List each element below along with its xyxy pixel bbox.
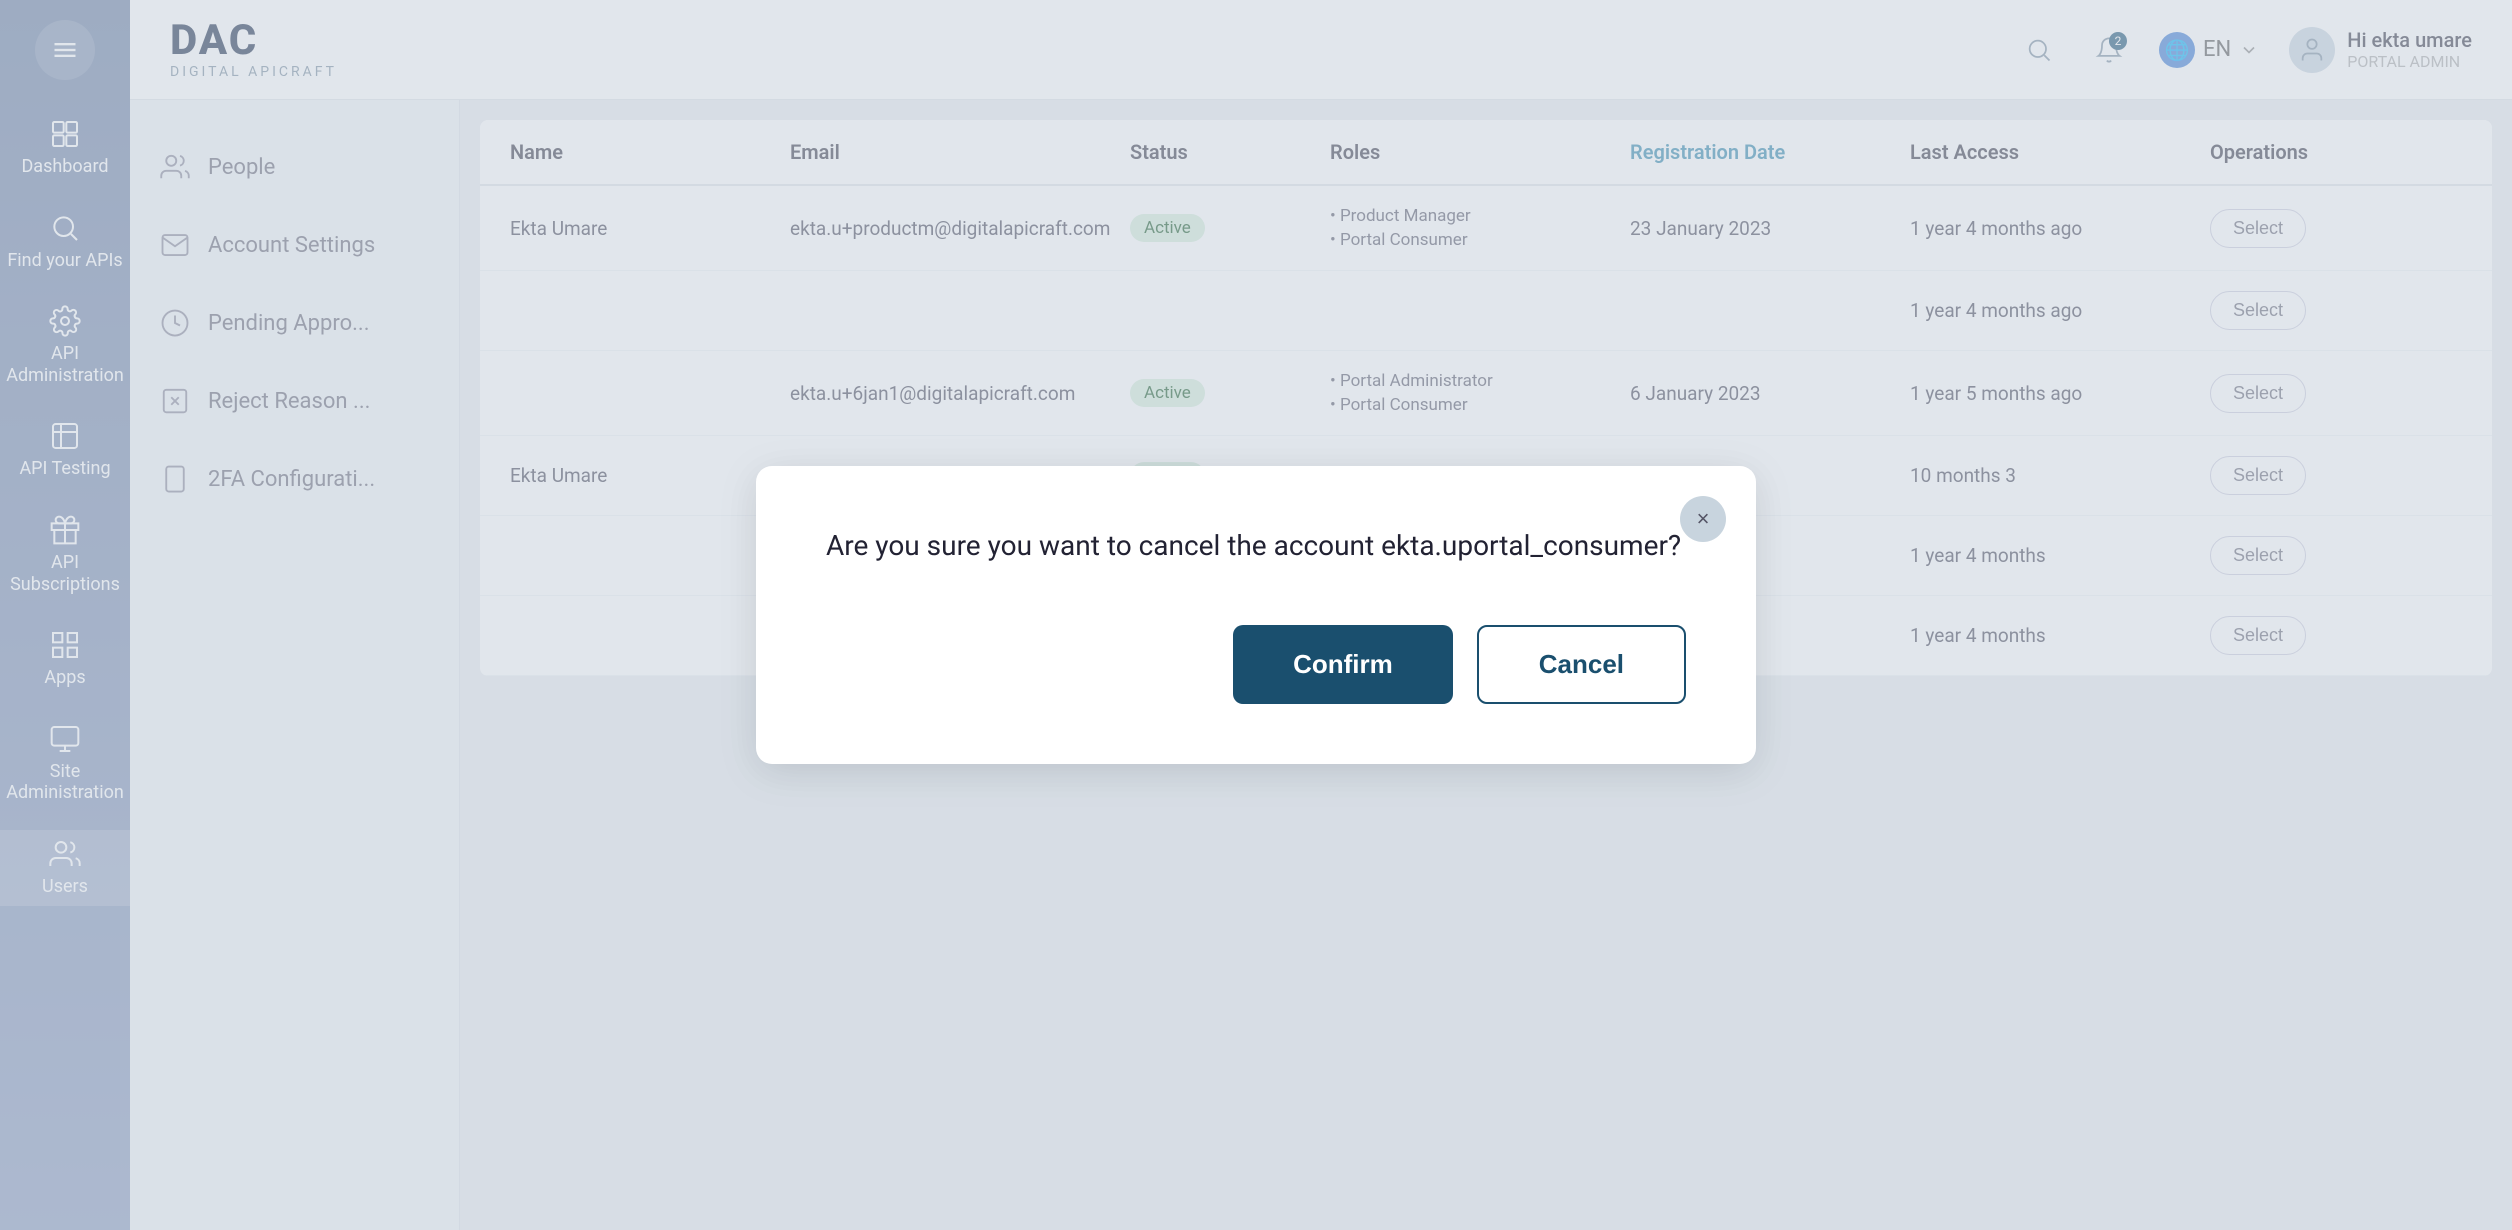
dialog-message: Are you sure you want to cancel the acco… [826, 526, 1686, 565]
confirmation-dialog: × Are you sure you want to cancel the ac… [756, 466, 1756, 764]
confirm-button[interactable]: Confirm [1233, 625, 1453, 704]
modal-overlay: × Are you sure you want to cancel the ac… [0, 0, 2512, 1230]
dialog-close-button[interactable]: × [1680, 496, 1726, 542]
dialog-actions: Confirm Cancel [826, 625, 1686, 704]
cancel-button[interactable]: Cancel [1477, 625, 1686, 704]
